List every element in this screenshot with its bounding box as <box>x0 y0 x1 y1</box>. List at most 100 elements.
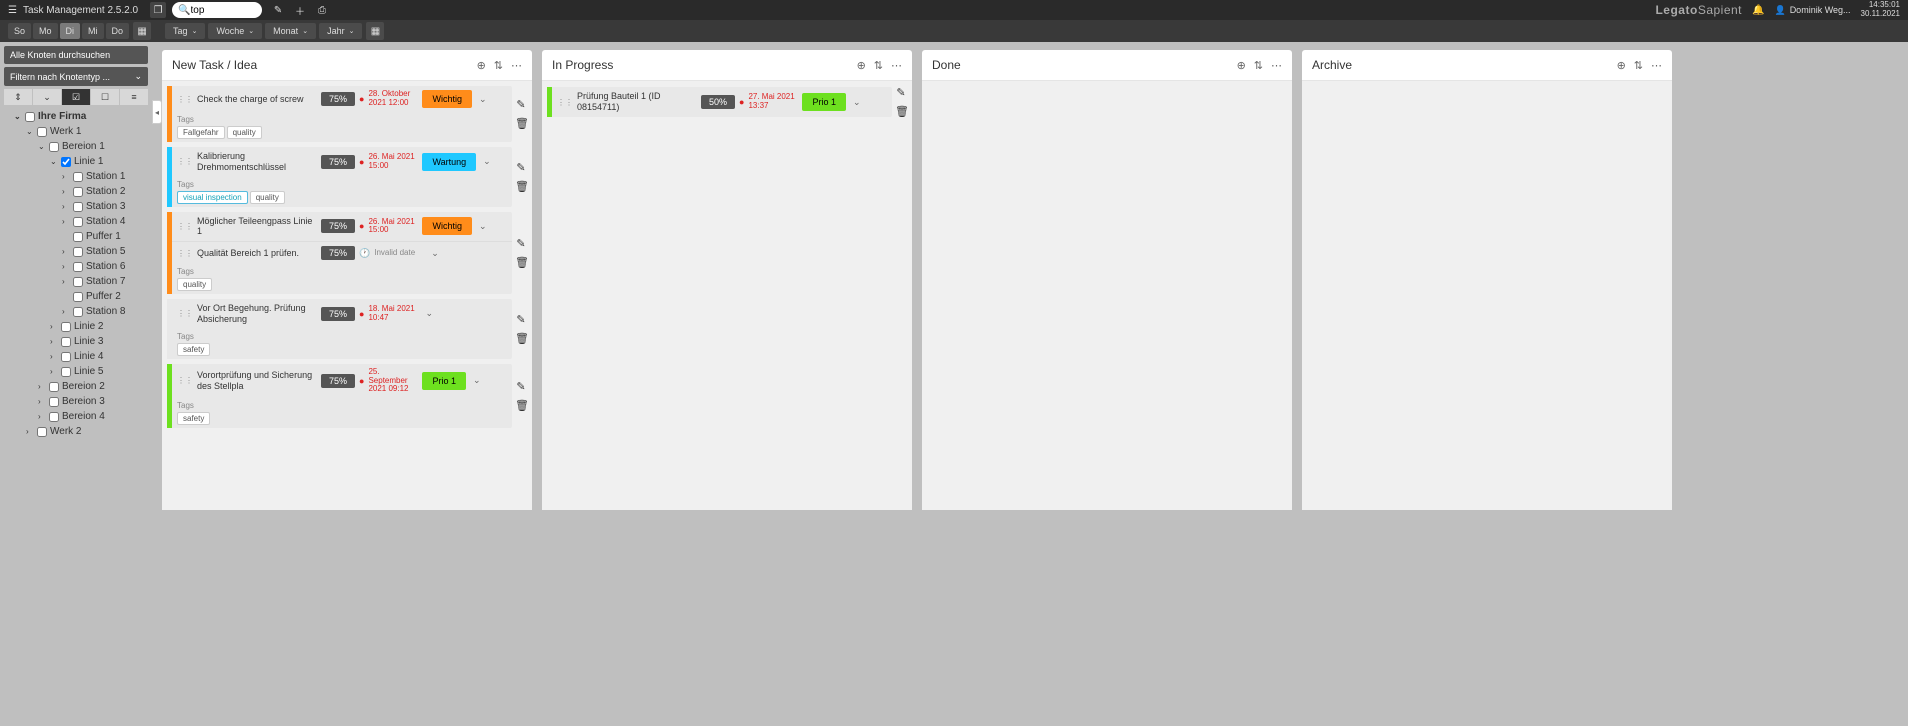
filter-icon[interactable]: ⇅ <box>874 59 883 72</box>
task-card[interactable]: ⋮⋮Check the charge of screw75%●28. Oktob… <box>167 86 512 142</box>
more-icon[interactable]: ⋯ <box>891 59 902 72</box>
drag-handle-icon[interactable]: ⋮⋮ <box>177 376 193 385</box>
drag-handle-icon[interactable]: ⋮⋮ <box>177 309 193 318</box>
collapse-icon[interactable]: ⇕ <box>4 89 33 105</box>
node-checkbox[interactable] <box>73 217 83 227</box>
timeframe-tag[interactable]: Tag⌄ <box>165 23 205 39</box>
tree-node[interactable]: ⌄Ihre Firma <box>4 109 148 124</box>
drag-handle-icon[interactable]: ⋮⋮ <box>177 222 193 231</box>
node-search[interactable]: Alle Knoten durchsuchen <box>4 46 148 64</box>
drag-handle-icon[interactable]: ⋮⋮ <box>557 98 573 107</box>
tree-node[interactable]: ⌄Linie 1 <box>4 154 148 169</box>
tree-node[interactable]: ›Bereion 4 <box>4 409 148 424</box>
chevron-down-icon[interactable]: ⌄ <box>470 375 484 386</box>
more-icon[interactable]: ⋯ <box>1271 59 1282 72</box>
caret-icon[interactable]: › <box>62 202 70 211</box>
filter-icon[interactable]: ⇅ <box>1254 59 1263 72</box>
search-input[interactable] <box>191 5 251 16</box>
node-checkbox[interactable] <box>73 202 83 212</box>
edit-icon[interactable]: ✎ <box>270 2 286 18</box>
tree-node[interactable]: ›Station 3 <box>4 199 148 214</box>
caret-icon[interactable]: › <box>38 397 46 406</box>
task-card[interactable]: ⋮⋮Vor Ort Begehung. Prüfung Absicherung7… <box>167 299 512 359</box>
tree-node[interactable]: ›Linie 5 <box>4 364 148 379</box>
settings-icon[interactable]: ≡ <box>120 89 148 105</box>
tree-node[interactable]: ›Station 4 <box>4 214 148 229</box>
node-checkbox[interactable] <box>37 427 47 437</box>
tag[interactable]: safety <box>177 343 210 356</box>
edit-icon[interactable]: ✎ <box>515 161 527 174</box>
add-icon[interactable]: ＋ <box>292 2 308 18</box>
node-checkbox[interactable] <box>49 412 59 422</box>
edit-icon[interactable]: ✎ <box>515 98 527 111</box>
delete-icon[interactable]: 🗑 <box>515 180 527 193</box>
tree-node[interactable]: ⌄Werk 1 <box>4 124 148 139</box>
tree-node[interactable]: ›Station 7 <box>4 274 148 289</box>
caret-icon[interactable]: › <box>38 412 46 421</box>
add-card-icon[interactable]: ⊕ <box>477 59 486 72</box>
more-icon[interactable]: ⋯ <box>511 59 522 72</box>
task-card[interactable]: ⋮⋮Vorortprüfung und Sicherung des Stellp… <box>167 364 512 428</box>
timeframe-monat[interactable]: Monat⌄ <box>265 23 316 39</box>
delete-icon[interactable]: 🗑 <box>515 399 527 412</box>
node-checkbox[interactable] <box>37 127 47 137</box>
delete-icon[interactable]: 🗑 <box>515 332 527 345</box>
column-body[interactable] <box>1302 81 1672 510</box>
filter-icon[interactable]: ⇅ <box>494 59 503 72</box>
node-checkbox[interactable] <box>49 382 59 392</box>
caret-icon[interactable]: › <box>62 307 70 316</box>
uncheck-all-icon[interactable]: ☐ <box>91 89 120 105</box>
search-box[interactable]: 🔍 <box>172 2 262 18</box>
weekday-di[interactable]: Di <box>60 23 81 39</box>
node-checkbox[interactable] <box>73 277 83 287</box>
weekday-mo[interactable]: Mo <box>33 23 58 39</box>
node-checkbox[interactable] <box>61 367 71 377</box>
tree-node[interactable]: ›Station 6 <box>4 259 148 274</box>
add-card-icon[interactable]: ⊕ <box>857 59 866 72</box>
task-card[interactable]: ⋮⋮Möglicher Teileengpass Linie 175%●26. … <box>167 212 512 295</box>
caret-icon[interactable]: ⌄ <box>26 127 34 136</box>
node-checkbox[interactable] <box>73 187 83 197</box>
tree-node[interactable]: ›Station 8 <box>4 304 148 319</box>
node-checkbox[interactable] <box>73 262 83 272</box>
tree-node[interactable]: ›Station 1 <box>4 169 148 184</box>
caret-icon[interactable]: › <box>62 172 70 181</box>
node-checkbox[interactable] <box>73 292 83 302</box>
caret-icon[interactable]: › <box>38 382 46 391</box>
drag-handle-icon[interactable]: ⋮⋮ <box>177 95 193 104</box>
tree-node[interactable]: ›Station 2 <box>4 184 148 199</box>
calendar-icon[interactable]: ▦ <box>133 22 151 40</box>
node-checkbox[interactable] <box>25 112 35 122</box>
tag[interactable]: visual inspection <box>177 191 248 204</box>
more-icon[interactable]: ⋯ <box>1651 59 1662 72</box>
column-body[interactable] <box>922 81 1292 510</box>
tree-node[interactable]: Puffer 2 <box>4 289 148 304</box>
tag[interactable]: quality <box>177 278 212 291</box>
column-body[interactable]: ⋮⋮Prüfung Bauteil 1 (ID 08154711)50%●27.… <box>542 81 912 510</box>
tree-node[interactable]: ›Station 5 <box>4 244 148 259</box>
node-checkbox[interactable] <box>73 232 83 242</box>
caret-icon[interactable]: › <box>50 352 58 361</box>
caret-icon[interactable]: › <box>50 367 58 376</box>
caret-icon[interactable]: ⌄ <box>50 157 58 166</box>
edit-icon[interactable]: ✎ <box>515 313 527 326</box>
node-filter[interactable]: Filtern nach Knotentyp ...⌄ <box>4 67 148 86</box>
edit-icon[interactable]: ✎ <box>895 86 907 99</box>
tag[interactable]: safety <box>177 412 210 425</box>
timeframe-jahr[interactable]: Jahr⌄ <box>319 23 362 39</box>
chevron-down-icon[interactable]: ⌄ <box>476 94 490 105</box>
caret-icon[interactable]: › <box>62 277 70 286</box>
expand-icon[interactable]: ⌄ <box>33 89 62 105</box>
add-card-icon[interactable]: ⊕ <box>1617 59 1626 72</box>
node-checkbox[interactable] <box>61 322 71 332</box>
edit-icon[interactable]: ✎ <box>515 380 527 393</box>
drag-handle-icon[interactable]: ⋮⋮ <box>177 249 193 258</box>
delete-icon[interactable]: 🗑 <box>515 117 527 130</box>
caret-icon[interactable]: › <box>26 427 34 436</box>
node-checkbox[interactable] <box>61 352 71 362</box>
weekday-mi[interactable]: Mi <box>82 23 104 39</box>
chevron-down-icon[interactable]: ⌄ <box>480 156 494 167</box>
sidebar-collapse-handle[interactable]: ◂ <box>152 100 162 124</box>
node-checkbox[interactable] <box>61 157 71 167</box>
add-card-icon[interactable]: ⊕ <box>1237 59 1246 72</box>
